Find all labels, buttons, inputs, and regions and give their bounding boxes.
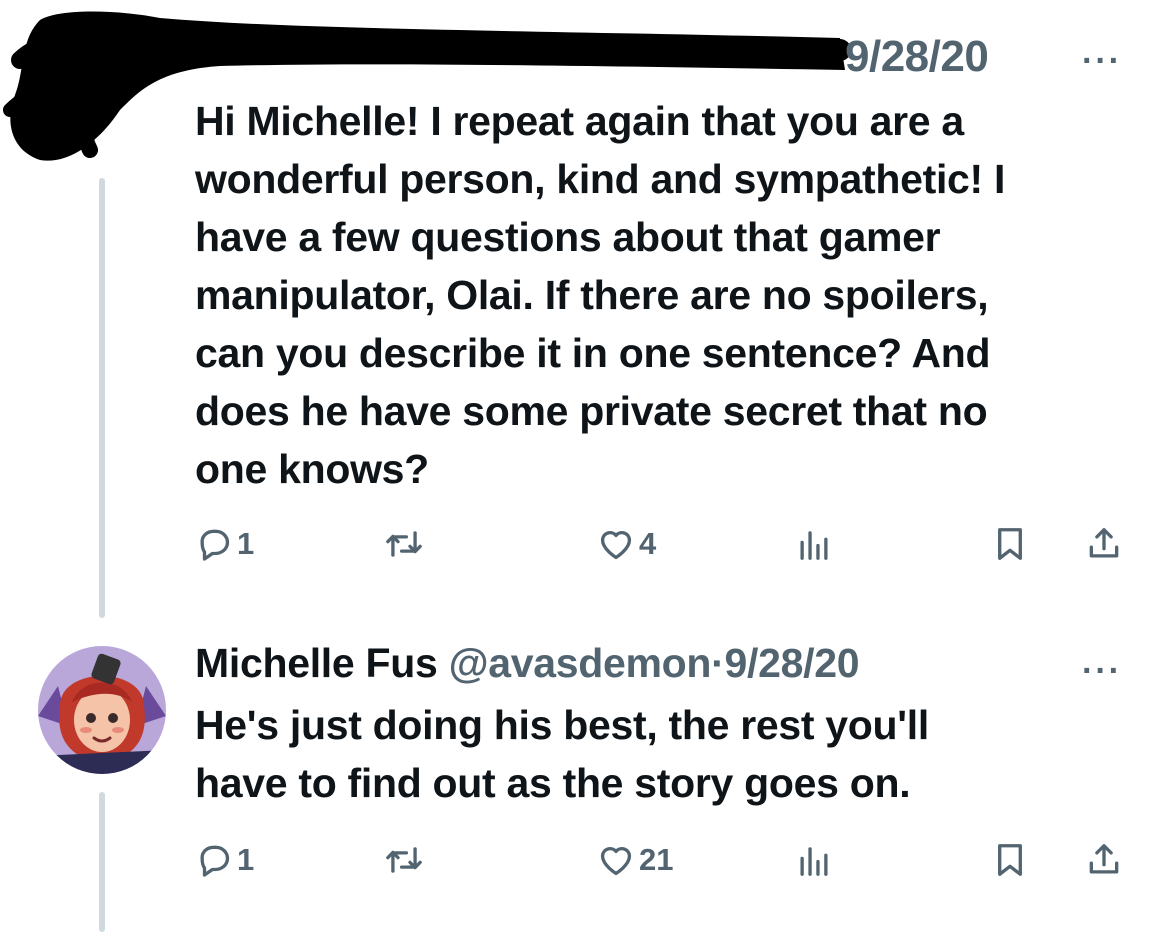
share-button[interactable] xyxy=(1085,522,1123,566)
tweet2-more-icon[interactable]: ··· xyxy=(1082,654,1122,688)
thread-line-upper xyxy=(99,178,105,618)
share-icon xyxy=(1089,528,1119,558)
like-count: 4 xyxy=(639,526,657,561)
tweet1-line: manipulator, Olai. If there are no spoil… xyxy=(195,272,989,318)
tweet2-date[interactable]: 9/28/20 xyxy=(725,640,860,686)
retweet-icon xyxy=(386,531,422,557)
bookmark-button[interactable] xyxy=(991,522,1029,566)
tweet2-line: have to find out as the story goes on. xyxy=(195,760,911,806)
tweet1-date[interactable]: 9/28/20 xyxy=(845,32,989,82)
views-icon xyxy=(800,531,828,560)
views-button[interactable] xyxy=(795,522,833,566)
share-button[interactable] xyxy=(1085,838,1123,882)
tweet1-line: can you describe it in one sentence? And xyxy=(195,330,991,376)
tweet1-line: Hi Michelle! I repeat again that you are… xyxy=(195,98,964,144)
reply-button[interactable]: 1 xyxy=(195,522,254,566)
tweet1-more-icon[interactable]: ··· xyxy=(1082,44,1122,78)
tweet1-line: wonderful person, kind and sympathetic! … xyxy=(195,156,1006,202)
reply-icon xyxy=(200,845,230,877)
retweet-icon xyxy=(386,847,422,873)
tweet1-actions: 1 4 xyxy=(195,522,1135,566)
retweet-button[interactable] xyxy=(385,522,423,566)
heart-icon xyxy=(600,531,632,560)
like-button[interactable]: 21 xyxy=(597,838,673,882)
bookmark-icon xyxy=(998,528,1022,560)
tweet1-line: does he have some private secret that no xyxy=(195,388,988,434)
author-name[interactable]: Michelle Fus xyxy=(195,640,438,686)
reply-button[interactable]: 1 xyxy=(195,838,254,882)
tweet2-line: He's just doing his best, the rest you'l… xyxy=(195,702,929,748)
share-icon xyxy=(1089,844,1119,874)
meta-separator: · xyxy=(711,640,725,686)
bookmark-button[interactable] xyxy=(991,838,1029,882)
reply-count: 1 xyxy=(237,842,255,877)
tweet2-actions: 1 21 xyxy=(195,838,1135,882)
like-button[interactable]: 4 xyxy=(597,522,656,566)
tweet1-line: have a few questions about that gamer xyxy=(195,214,941,260)
avatar-image xyxy=(38,646,166,774)
reply-icon xyxy=(200,529,230,561)
like-count: 21 xyxy=(639,842,674,877)
author-handle[interactable]: @avasdemon xyxy=(449,640,712,686)
heart-icon xyxy=(600,847,632,876)
reply-count: 1 xyxy=(237,526,255,561)
tweet1-text: Hi Michelle! I repeat again that you are… xyxy=(195,92,1005,498)
views-icon xyxy=(800,847,828,876)
views-button[interactable] xyxy=(795,838,833,882)
tweet2-author-line: Michelle Fus @avasdemon·9/28/20 xyxy=(195,640,860,687)
avatar[interactable] xyxy=(38,646,166,774)
tweet2-text: He's just doing his best, the rest you'l… xyxy=(195,696,929,812)
tweet1-line: one knows? xyxy=(195,446,429,492)
bookmark-icon xyxy=(998,844,1022,876)
retweet-button[interactable] xyxy=(385,838,423,882)
thread-line-lower xyxy=(99,792,105,932)
